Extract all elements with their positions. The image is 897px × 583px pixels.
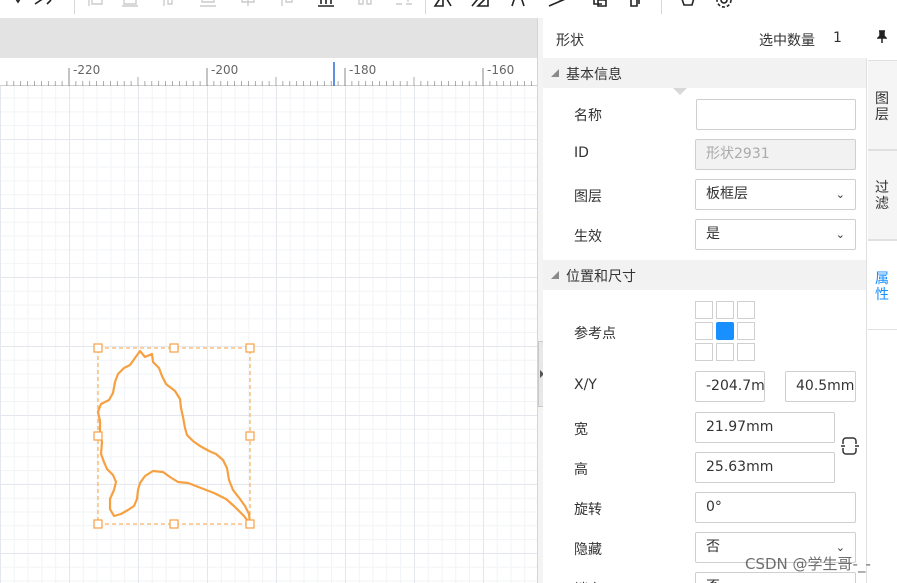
layer-backward-icon[interactable] — [590, 0, 610, 12]
reference-point-grid[interactable] — [695, 301, 757, 363]
settings-icon[interactable] — [714, 0, 734, 12]
resize-handle-bottom-right[interactable] — [245, 519, 255, 529]
name-label: 名称 — [574, 108, 602, 124]
resize-handle-top-right[interactable] — [245, 343, 255, 353]
canvas-header — [0, 18, 537, 58]
tab-layers[interactable]: 图层 — [868, 60, 897, 150]
board-outline-shape[interactable] — [96, 349, 252, 526]
section-position-size[interactable]: 位置和尺寸 — [543, 260, 866, 290]
y-input[interactable]: 40.5mm — [785, 371, 856, 402]
flip-h-icon[interactable] — [433, 0, 453, 12]
pin-icon — [877, 30, 887, 43]
expand-arrows-icon[interactable] — [33, 0, 53, 12]
distribute-v-icon[interactable] — [355, 0, 375, 12]
cart-icon[interactable] — [676, 0, 696, 12]
resize-handle-top[interactable] — [169, 343, 179, 353]
collapse-triangle-icon — [551, 271, 559, 279]
tooltip-notch — [673, 88, 687, 95]
chevron-down-icon: ⌄ — [835, 188, 845, 201]
align-bottom-icon[interactable] — [278, 0, 298, 12]
panel-title-row: 形状 选中数量 1 — [543, 18, 866, 58]
rotation-input[interactable]: 0° — [695, 492, 856, 523]
properties-panel: 形状 选中数量 1 基本信息 名称 ID 形状2931 图层 板框层 ⌄ 生效 … — [543, 18, 866, 583]
x-input[interactable]: -204.7mm — [695, 371, 765, 402]
ruler-tick-label: -180 — [349, 63, 376, 77]
tab-filter[interactable]: 过滤 — [868, 150, 897, 240]
refpoint-label: 参考点 — [574, 326, 616, 342]
effective-label: 生效 — [574, 229, 602, 245]
resize-handle-left[interactable] — [93, 431, 103, 441]
refpoint-bottom[interactable] — [716, 343, 734, 361]
resize-handle-bottom-left[interactable] — [93, 519, 103, 529]
canvas-shapes[interactable] — [0, 86, 537, 583]
width-input[interactable]: 21.97mm — [695, 412, 835, 443]
link-aspect-ratio-icon[interactable] — [840, 435, 860, 457]
align-middle-v-icon[interactable] — [238, 0, 258, 12]
tab-properties-label: 属性 — [875, 271, 889, 303]
refpoint-top-left[interactable] — [695, 301, 713, 319]
flip-v-icon[interactable] — [470, 0, 490, 12]
refpoint-top[interactable] — [716, 301, 734, 319]
lock-icon[interactable] — [8, 0, 28, 12]
selection-box — [97, 347, 251, 525]
align-left-icon[interactable] — [86, 0, 106, 12]
horizontal-ruler: -220 -200 -180 -160 — [0, 58, 537, 86]
resize-handle-top-left[interactable] — [93, 343, 103, 353]
align-right-icon[interactable] — [160, 0, 180, 12]
layer-select-value: 板框层 — [706, 186, 748, 202]
ruler-tick-label: -200 — [211, 63, 238, 77]
refpoint-top-right[interactable] — [737, 301, 755, 319]
align-center-h-icon[interactable] — [120, 0, 140, 12]
hidden-label: 隐藏 — [574, 542, 602, 558]
panel-title: 形状 — [556, 33, 584, 49]
selection-handles[interactable] — [93, 343, 255, 529]
chevron-down-icon: ⌄ — [836, 573, 845, 583]
locked-label: 锁定 — [574, 579, 602, 583]
height-input[interactable]: 25.63mm — [695, 452, 835, 483]
tab-properties[interactable]: 属性 — [868, 240, 897, 330]
selected-count-value: 1 — [833, 30, 842, 46]
rotation-label: 旋转 — [574, 502, 602, 518]
collapse-triangle-icon — [551, 69, 559, 77]
canvas-area[interactable]: -220 -200 -180 -160 — [0, 18, 537, 583]
section-basic-info[interactable]: 基本信息 — [543, 58, 866, 88]
resize-handle-bottom[interactable] — [169, 519, 179, 529]
id-input[interactable]: 形状2931 — [695, 139, 856, 170]
width-label: 宽 — [574, 422, 588, 438]
ruler-tick-label: -160 — [487, 63, 514, 77]
section-position-size-title: 位置和尺寸 — [566, 269, 636, 285]
resize-handle-right[interactable] — [245, 431, 255, 441]
group-icon[interactable] — [394, 0, 414, 12]
tab-filter-label: 过滤 — [875, 180, 889, 212]
chevron-down-icon: ⌄ — [835, 228, 845, 241]
refpoint-left[interactable] — [695, 322, 713, 340]
locked-select-value: 否 — [706, 579, 720, 583]
section-basic-info-title: 基本信息 — [566, 67, 622, 83]
hidden-select-value: 否 — [706, 539, 720, 555]
distribute-h-icon[interactable] — [316, 0, 336, 12]
ruler-tick-label: -220 — [73, 63, 100, 77]
name-input[interactable] — [696, 99, 856, 130]
send-back-icon[interactable] — [627, 0, 647, 12]
align-top-icon[interactable] — [198, 0, 218, 12]
watermark: CSDN @学生哥-_- — [745, 555, 871, 573]
selected-count-label: 选中数量 — [759, 33, 815, 49]
refpoint-bottom-left[interactable] — [695, 343, 713, 361]
refpoint-center[interactable] — [716, 322, 734, 340]
height-label: 高 — [574, 462, 588, 478]
shape-tool-icon[interactable] — [508, 0, 528, 12]
effective-select-value: 是 — [706, 226, 720, 242]
layer-label: 图层 — [574, 189, 602, 205]
side-tab-strip: 图层 过滤 属性 — [866, 18, 897, 583]
layer-select[interactable]: 板框层 ⌄ — [695, 179, 856, 210]
pin-panel-button[interactable] — [866, 18, 897, 58]
top-toolbar — [0, 0, 897, 18]
id-label: ID — [574, 145, 589, 161]
refpoint-right[interactable] — [737, 322, 755, 340]
effective-select[interactable]: 是 ⌄ — [695, 219, 856, 250]
tab-layers-label: 图层 — [875, 91, 889, 123]
xy-label: X/Y — [574, 377, 597, 393]
refpoint-bottom-right[interactable] — [737, 343, 755, 361]
layer-forward-icon[interactable] — [547, 0, 567, 12]
